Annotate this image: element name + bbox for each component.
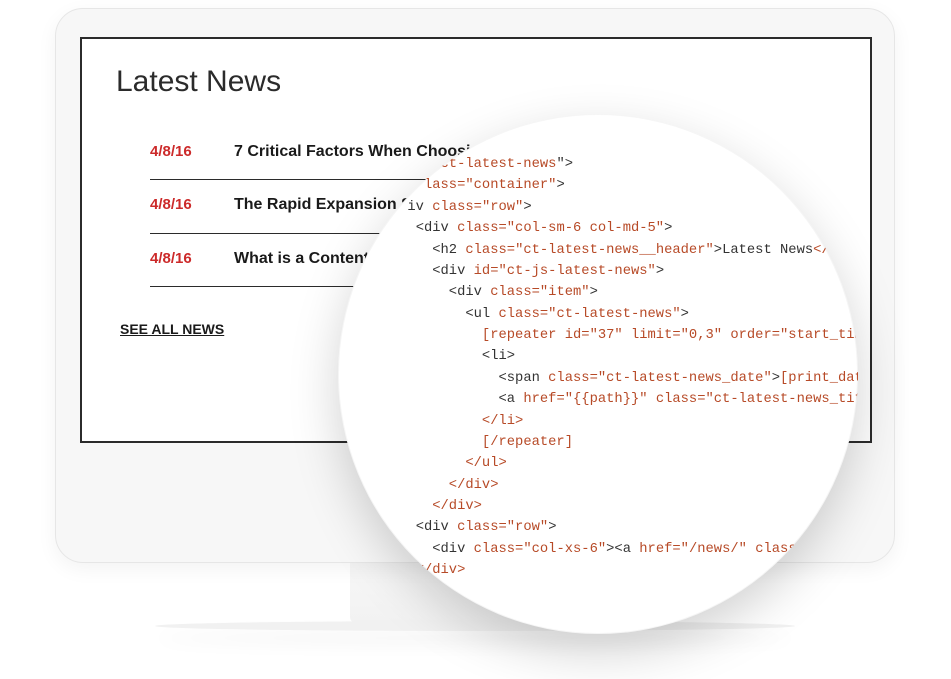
news-date: 4/8/16 xyxy=(150,194,234,213)
news-title: 7 Critical Factors When Choosin xyxy=(234,141,480,163)
latest-news-header: Latest News xyxy=(116,65,836,99)
code-magnifier: ct-latest-news"> lass="container"> iv cl… xyxy=(338,114,858,634)
code-snippet: ct-latest-news"> lass="container"> iv cl… xyxy=(338,154,858,582)
news-date: 4/8/16 xyxy=(150,248,234,267)
see-all-news-link[interactable]: SEE ALL NEWS xyxy=(120,321,224,337)
news-date: 4/8/16 xyxy=(150,141,234,160)
monitor-base xyxy=(155,621,795,631)
